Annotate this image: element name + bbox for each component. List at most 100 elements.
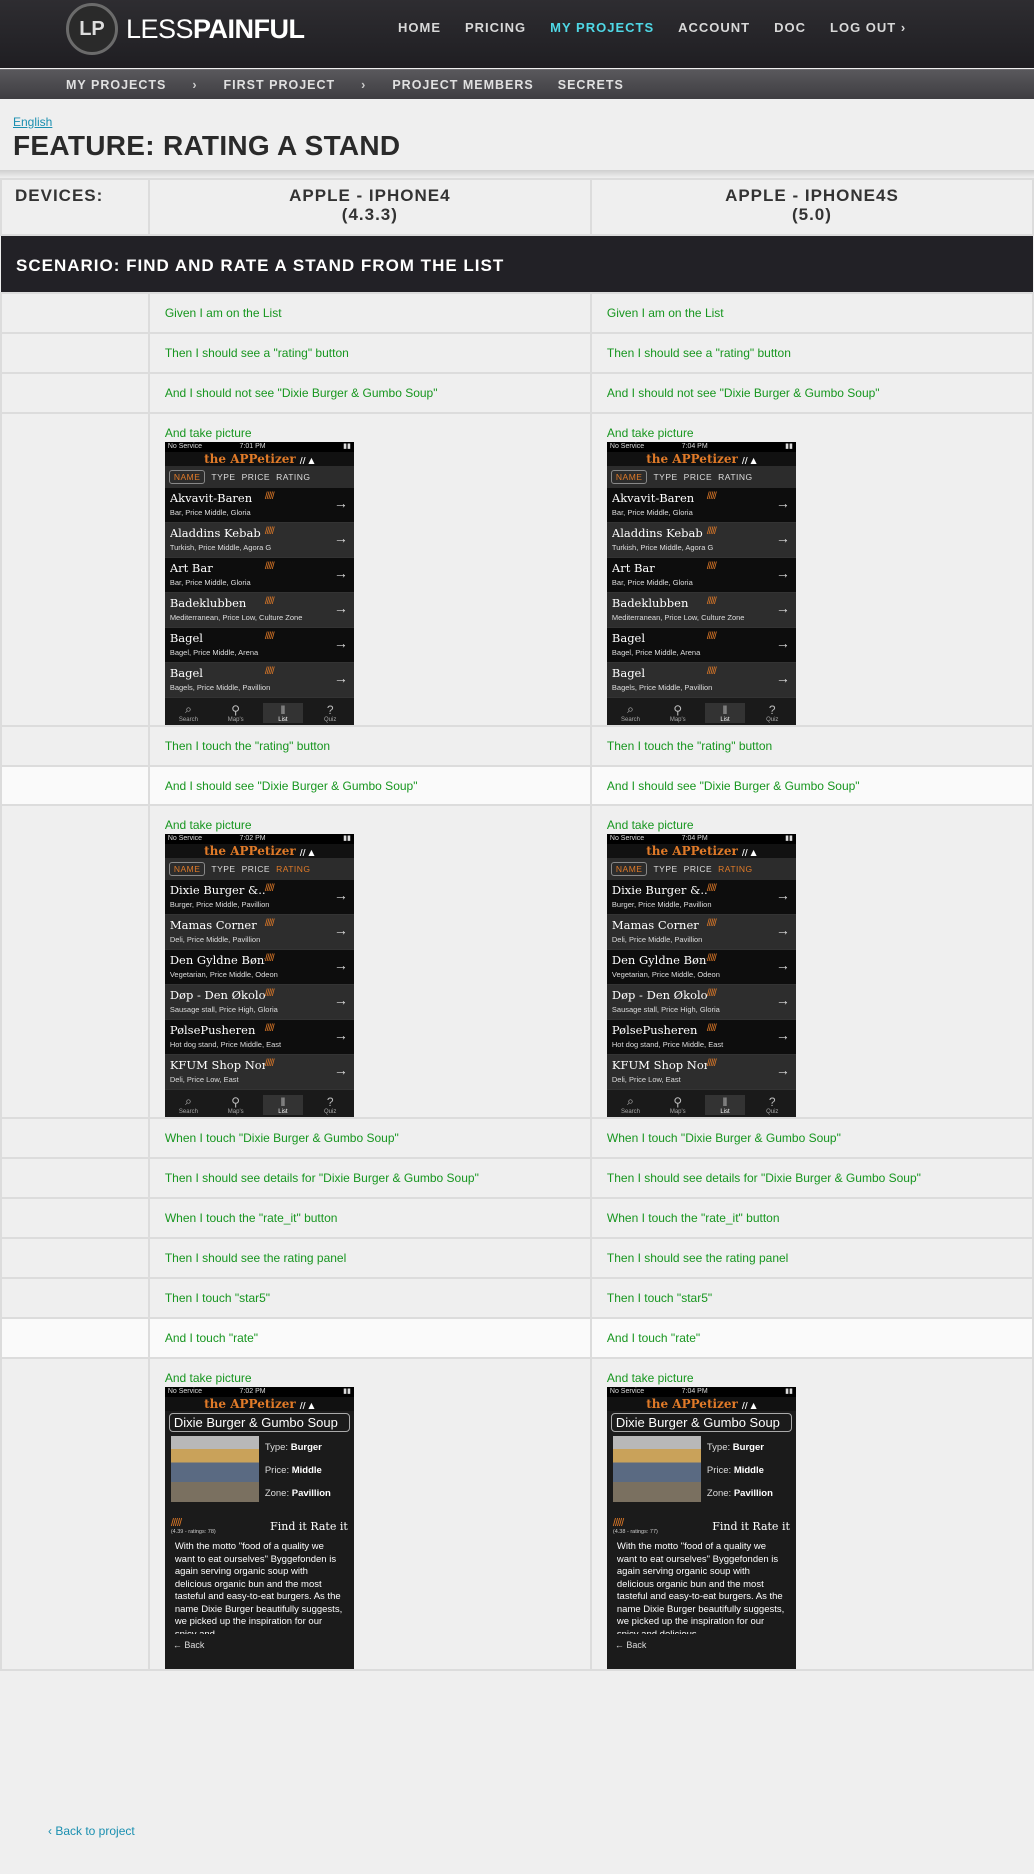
sort-tab[interactable]: RATING xyxy=(718,472,752,482)
tabbar-label: List xyxy=(278,717,288,723)
step-text: And take picture xyxy=(606,1371,694,1385)
breadcrumb-project-members[interactable]: PROJECT MEMBERS xyxy=(392,78,533,92)
arrow-right-icon: → xyxy=(775,565,790,581)
list-item: PølsePusheren ///// Hot dog stand, Price M… xyxy=(164,1020,354,1055)
step-text: Then I should see details for "Dixie Bur… xyxy=(606,1171,921,1185)
arrow-right-icon: → xyxy=(333,1062,348,1078)
stand-description: Vegetarian, Price Middle, Odeon xyxy=(611,970,720,979)
sort-tab[interactable]: RATING xyxy=(276,864,310,874)
rating-stars-icon: ///// xyxy=(264,953,275,964)
tabbar-item: ? Quiz xyxy=(310,1095,350,1115)
step-text: Then I touch the "rating" button xyxy=(606,739,773,753)
field-label: Zone: xyxy=(264,1488,290,1499)
tabbar-item: ? Quiz xyxy=(752,1095,792,1115)
rate-it-button[interactable]: Rate it xyxy=(310,1520,347,1533)
phone-screenshot: No Service 7:04 PM ▮▮ the APPetizer// ▲ NAME… xyxy=(606,442,796,725)
logo-mark-icon: LP xyxy=(66,3,118,55)
top-navigation-bar: LP LESSPAINFUL HOME PRICING MY PROJECTS ACC… xyxy=(0,0,1034,68)
sort-tab[interactable]: RATING xyxy=(276,472,310,482)
app-title: the APPetizer// ▲ xyxy=(606,844,796,858)
field-value: Pavillion xyxy=(733,1488,773,1499)
breadcrumb-first-project[interactable]: FIRST PROJECT xyxy=(224,78,336,92)
sort-tab[interactable]: PRICE xyxy=(242,472,270,482)
tabbar-icon: ? xyxy=(768,703,776,717)
carrier-label: No Service xyxy=(167,443,203,450)
field-label: Price: xyxy=(264,1465,290,1476)
list-item: Bagel ///// Bagel, Price Middle, Arena → xyxy=(606,628,796,663)
tabbar-icon: ⚲ xyxy=(231,1095,241,1109)
tabbar-label: Map's xyxy=(669,717,686,723)
detail-field: Type: Burger xyxy=(707,1436,773,1459)
battery-icon: ▮▮ xyxy=(343,835,351,842)
sort-tab[interactable]: PRICE xyxy=(684,472,712,482)
rating-stars-icon: ///// xyxy=(264,1023,275,1034)
tabbar-icon: ‖ xyxy=(280,703,286,717)
detail-buttons: Find it Rate it xyxy=(712,1520,790,1533)
stand-description: Bagel, Price Middle, Arena xyxy=(169,648,259,657)
sort-tab[interactable]: RATING xyxy=(718,864,752,874)
tabbar-icon: ⚲ xyxy=(231,703,241,717)
sort-tab[interactable]: NAME xyxy=(168,470,206,484)
back-to-project-link[interactable]: ‹ Back to project xyxy=(48,1824,135,1838)
breadcrumb-my-projects[interactable]: MY PROJECTS xyxy=(66,78,166,92)
clock-label: 7:04 PM xyxy=(681,1388,708,1395)
rating-stars-icon: ///// xyxy=(706,596,717,607)
back-button[interactable]: ← Back xyxy=(173,1640,354,1650)
breadcrumb-secrets[interactable]: SECRETS xyxy=(558,78,624,92)
detail-field: Zone: Pavillion xyxy=(707,1482,773,1505)
rating-stars-icon: ///// xyxy=(264,666,275,677)
sort-tab[interactable]: NAME xyxy=(610,470,648,484)
detail-title: Dixie Burger & Gumbo Soup xyxy=(610,1413,792,1432)
sort-tab[interactable]: NAME xyxy=(168,862,206,876)
rating-summary: (4.39 - ratings: 78) xyxy=(170,1529,216,1535)
app-logo-icon: // ▲ xyxy=(741,1400,757,1410)
list-item: Aladdins Kebab///// Turkish, Price Middle… xyxy=(606,523,796,558)
stand-name: Døp - Den Økologi... xyxy=(169,988,265,1002)
step-text: And I touch "rate" xyxy=(164,1331,259,1345)
sort-tab[interactable]: TYPE xyxy=(653,864,677,874)
list-item: Dixie Burger &...///// Burger, Price Midd… xyxy=(606,880,796,915)
tabbar-label: Search xyxy=(621,1109,641,1115)
tabbar-icon: ⌕ xyxy=(185,1094,192,1108)
rate-it-button[interactable]: Rate it xyxy=(752,1520,789,1533)
sort-tab[interactable]: PRICE xyxy=(242,864,270,874)
nav-account[interactable]: ACCOUNT xyxy=(678,20,750,35)
tabbar-item: ⚲ Map's xyxy=(658,1095,698,1115)
nav-my-projects[interactable]: MY PROJECTS xyxy=(550,20,654,35)
stand-description: Deli, Price Middle, Pavillion xyxy=(169,935,261,944)
step-text: And take picture xyxy=(164,1371,252,1385)
step-text: When I touch the "rate_it" button xyxy=(164,1211,338,1225)
rating-stars: ///// xyxy=(612,1517,624,1529)
sort-tab[interactable]: NAME xyxy=(610,862,648,876)
nav-log-out[interactable]: LOG OUT › xyxy=(830,20,906,35)
list-item: Bagel ///// Bagels, Price Middle, Pavillio… xyxy=(606,663,796,698)
find-it-button[interactable]: Find it xyxy=(712,1520,749,1533)
step-text: And take picture xyxy=(606,818,694,832)
sort-tab[interactable]: TYPE xyxy=(211,864,235,874)
stand-description: Bagel, Price Middle, Arena xyxy=(611,648,701,657)
sort-tab[interactable]: TYPE xyxy=(653,472,677,482)
stand-description: Sausage stall, Price High, Gloria xyxy=(169,1005,278,1014)
nav-pricing[interactable]: PRICING xyxy=(465,20,526,35)
rating-stars-icon: ///// xyxy=(264,631,275,642)
rating-stars-icon: ///// xyxy=(264,491,275,502)
sort-tab[interactable]: TYPE xyxy=(211,472,235,482)
step-text: And take picture xyxy=(606,426,694,440)
phone-status-bar: No Service 7:04 PM ▮▮ xyxy=(606,834,796,844)
nav-doc[interactable]: DOC xyxy=(774,20,806,35)
nav-home[interactable]: HOME xyxy=(398,20,441,35)
lesspainful-logo[interactable]: LP LESSPAINFUL xyxy=(66,3,305,55)
arrow-right-icon: → xyxy=(333,887,348,903)
back-button[interactable]: ← Back xyxy=(615,1640,796,1650)
phone-tab-bar: ⌕ Search ⚲ Map's ‖ List? Quiz xyxy=(164,1090,354,1117)
step-text: And I should see "Dixie Burger & Gumbo S… xyxy=(164,779,418,793)
phone-tab-bar: ⌕ Search ⚲ Map's ‖ List? Quiz xyxy=(164,698,354,725)
arrow-right-icon: → xyxy=(775,992,790,1008)
arrow-right-icon: → xyxy=(775,1062,790,1078)
sort-tab[interactable]: PRICE xyxy=(684,864,712,874)
language-link[interactable]: English xyxy=(13,115,52,129)
find-it-button[interactable]: Find it xyxy=(270,1520,307,1533)
page-title: FEATURE: RATING A STAND xyxy=(13,130,401,161)
detail-buttons: Find it Rate it xyxy=(270,1520,348,1533)
stand-name: Bagel xyxy=(611,666,646,680)
